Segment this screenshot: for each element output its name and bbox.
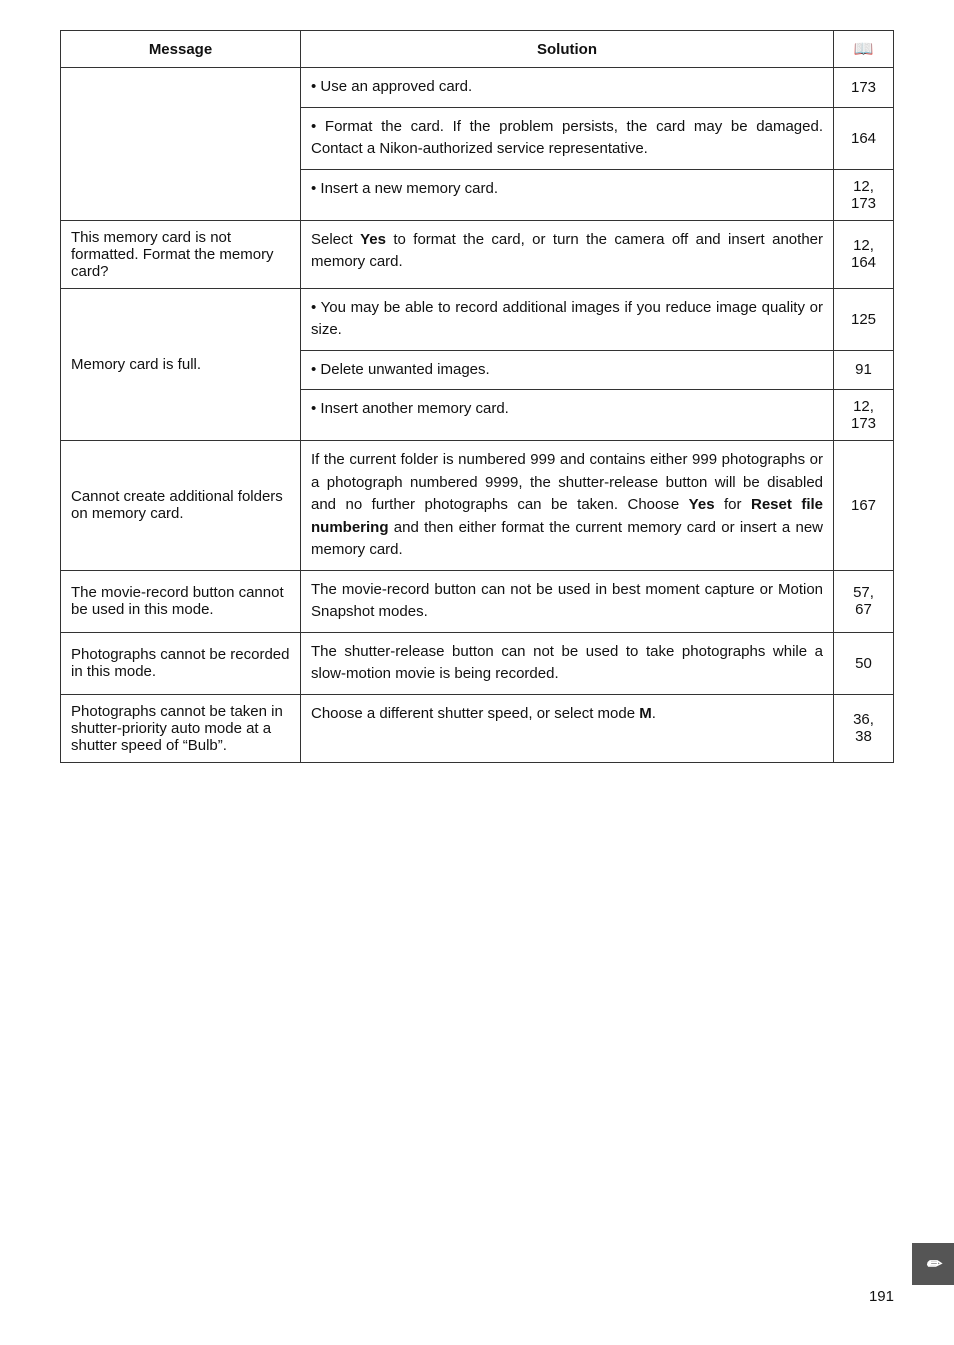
corner-tab: ✏ xyxy=(912,1243,954,1285)
table-row: Photographs cannot be recorded in this m… xyxy=(61,632,894,694)
cell-message xyxy=(61,68,301,221)
cell-message: Photographs cannot be recorded in this m… xyxy=(61,632,301,694)
cell-solution: • You may be able to record additional i… xyxy=(301,288,834,350)
cell-message: This memory card is not formatted. Forma… xyxy=(61,220,301,288)
cell-solution: • Insert a new memory card. xyxy=(301,169,834,220)
cell-solution: The shutter-release button can not be us… xyxy=(301,632,834,694)
cell-ref: 167 xyxy=(834,441,894,571)
cell-solution: • Insert another memory card. xyxy=(301,390,834,441)
table-row: Cannot create additional folders on memo… xyxy=(61,441,894,571)
table-row: • Use an approved card. 173 xyxy=(61,68,894,108)
cell-ref: 12, 164 xyxy=(834,220,894,288)
cell-ref: 164 xyxy=(834,107,894,169)
cell-ref: 125 xyxy=(834,288,894,350)
cell-ref: 57, 67 xyxy=(834,570,894,632)
cell-solution: The movie-record button can not be used … xyxy=(301,570,834,632)
cell-solution: If the current folder is numbered 999 an… xyxy=(301,441,834,571)
cell-ref: 36, 38 xyxy=(834,694,894,762)
cell-solution: • Delete unwanted images. xyxy=(301,350,834,390)
table-row: This memory card is not formatted. Forma… xyxy=(61,220,894,288)
page-wrapper: Message Solution 📖 • Use an approved car… xyxy=(0,0,954,843)
cell-ref: 12, 173 xyxy=(834,169,894,220)
header-message: Message xyxy=(61,31,301,68)
cell-ref: 173 xyxy=(834,68,894,108)
cell-solution: Select Yes to format the card, or turn t… xyxy=(301,220,834,288)
main-table: Message Solution 📖 • Use an approved car… xyxy=(60,30,894,763)
cell-solution: Choose a different shutter speed, or sel… xyxy=(301,694,834,762)
cell-message: Photographs cannot be taken in shutter-p… xyxy=(61,694,301,762)
cell-ref: 12, 173 xyxy=(834,390,894,441)
book-icon: 📖 xyxy=(854,41,874,58)
cell-ref: 91 xyxy=(834,350,894,390)
table-row: The movie-record button cannot be used i… xyxy=(61,570,894,632)
table-row: Photographs cannot be taken in shutter-p… xyxy=(61,694,894,762)
cell-message: The movie-record button cannot be used i… xyxy=(61,570,301,632)
cell-solution: • Use an approved card. xyxy=(301,68,834,108)
corner-tab-icon: ✏ xyxy=(925,1254,940,1275)
cell-ref: 50 xyxy=(834,632,894,694)
page-number: 191 xyxy=(869,1288,894,1305)
cell-solution: • Format the card. If the problem persis… xyxy=(301,107,834,169)
header-ref: 📖 xyxy=(834,31,894,68)
cell-message: Memory card is full. xyxy=(61,288,301,441)
header-solution: Solution xyxy=(301,31,834,68)
cell-message: Cannot create additional folders on memo… xyxy=(61,441,301,571)
table-row: Memory card is full. • You may be able t… xyxy=(61,288,894,350)
